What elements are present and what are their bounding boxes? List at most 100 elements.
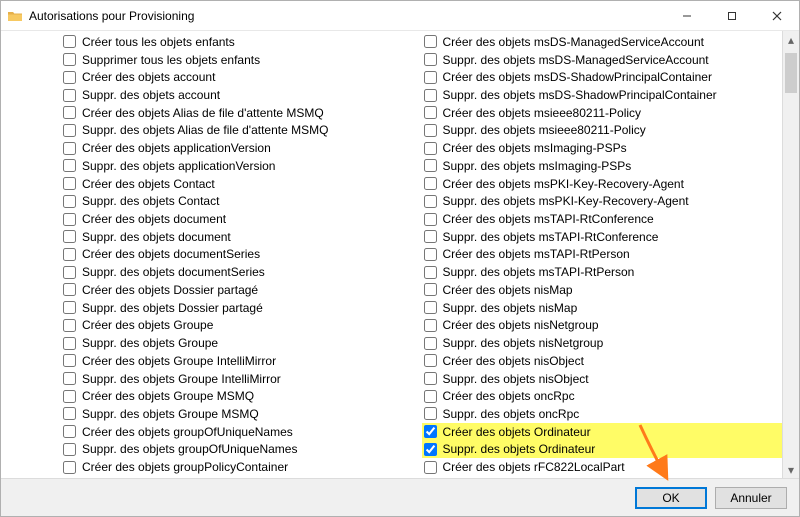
permission-checkbox[interactable] xyxy=(424,213,437,226)
permission-label: Créer des objets Alias de file d'attente… xyxy=(82,106,324,120)
permission-label: Suppr. des objets Alias de file d'attent… xyxy=(82,123,328,137)
permission-item: Créer des objets msDS-ManagedServiceAcco… xyxy=(422,33,783,51)
permission-label: Suppr. des objets document xyxy=(82,230,231,244)
permission-item: Créer des objets Ordinateur xyxy=(422,423,783,441)
permission-label: Créer des objets msTAPI-RtPerson xyxy=(443,247,630,261)
permission-checkbox[interactable] xyxy=(63,425,76,438)
permission-checkbox[interactable] xyxy=(63,461,76,474)
permission-checkbox[interactable] xyxy=(63,106,76,119)
maximize-button[interactable] xyxy=(709,1,754,30)
permission-checkbox[interactable] xyxy=(63,71,76,84)
permission-item: Créer des objets nisNetgroup xyxy=(422,317,783,335)
permission-label: Suppr. des objets groupOfUniqueNames xyxy=(82,442,297,456)
ok-button[interactable]: OK xyxy=(635,487,707,509)
permission-item: Créer des objets document xyxy=(61,210,422,228)
permission-checkbox[interactable] xyxy=(424,266,437,279)
permission-checkbox[interactable] xyxy=(424,337,437,350)
permission-checkbox[interactable] xyxy=(63,142,76,155)
permission-checkbox[interactable] xyxy=(63,159,76,172)
permission-label: Créer des objets msImaging-PSPs xyxy=(443,141,627,155)
permission-item: Créer des objets account xyxy=(61,68,422,86)
permission-checkbox[interactable] xyxy=(424,425,437,438)
permission-checkbox[interactable] xyxy=(424,372,437,385)
permission-checkbox[interactable] xyxy=(424,301,437,314)
permission-checkbox[interactable] xyxy=(424,89,437,102)
permission-checkbox[interactable] xyxy=(63,283,76,296)
permission-item: Suppr. des objets groupOfUniqueNames xyxy=(61,441,422,459)
permission-checkbox[interactable] xyxy=(63,354,76,367)
permission-label: Créer des objets rFC822LocalPart xyxy=(443,460,625,474)
close-button[interactable] xyxy=(754,1,799,30)
permission-checkbox[interactable] xyxy=(63,372,76,385)
permission-item: Créer des objets msTAPI-RtPerson xyxy=(422,246,783,264)
permission-checkbox[interactable] xyxy=(63,248,76,261)
dialog-footer: OK Annuler xyxy=(1,478,799,516)
permission-checkbox[interactable] xyxy=(63,301,76,314)
permission-label: Créer des objets Ordinateur xyxy=(443,425,591,439)
permission-label: Suppr. des objets Dossier partagé xyxy=(82,301,263,315)
permission-checkbox[interactable] xyxy=(63,53,76,66)
minimize-button[interactable] xyxy=(664,1,709,30)
cancel-button[interactable]: Annuler xyxy=(715,487,787,509)
permission-checkbox[interactable] xyxy=(424,354,437,367)
permission-checkbox[interactable] xyxy=(63,35,76,48)
permission-checkbox[interactable] xyxy=(63,89,76,102)
permission-item: Créer des objets Groupe xyxy=(61,317,422,335)
permission-checkbox[interactable] xyxy=(63,266,76,279)
permission-checkbox[interactable] xyxy=(424,248,437,261)
permission-label: Suppr. des objets nisNetgroup xyxy=(443,336,604,350)
permission-checkbox[interactable] xyxy=(424,142,437,155)
permission-checkbox[interactable] xyxy=(424,177,437,190)
permission-label: Créer des objets oncRpc xyxy=(443,389,575,403)
permission-checkbox[interactable] xyxy=(63,407,76,420)
permission-checkbox[interactable] xyxy=(424,283,437,296)
permission-checkbox[interactable] xyxy=(63,443,76,456)
permission-checkbox[interactable] xyxy=(63,230,76,243)
permissions-column-right: Créer des objets msDS-ManagedServiceAcco… xyxy=(422,33,783,476)
permission-label: Créer des objets account xyxy=(82,70,215,84)
permission-checkbox[interactable] xyxy=(424,461,437,474)
permission-checkbox[interactable] xyxy=(63,177,76,190)
scroll-down-icon[interactable]: ▾ xyxy=(783,461,799,478)
permission-item: Suppr. des objets nisObject xyxy=(422,370,783,388)
permission-label: Créer des objets msieee80211-Policy xyxy=(443,106,642,120)
permission-checkbox[interactable] xyxy=(424,159,437,172)
permission-item: Suppr. des objets msTAPI-RtPerson xyxy=(422,263,783,281)
permission-checkbox[interactable] xyxy=(63,124,76,137)
scroll-up-icon[interactable]: ▴ xyxy=(783,31,799,48)
permission-checkbox[interactable] xyxy=(424,124,437,137)
permission-checkbox[interactable] xyxy=(424,53,437,66)
permission-item: Créer des objets msDS-ShadowPrincipalCon… xyxy=(422,68,783,86)
permission-checkbox[interactable] xyxy=(63,213,76,226)
permission-label: Créer des objets Groupe IntelliMirror xyxy=(82,354,276,368)
permission-item: Suppr. des objets Alias de file d'attent… xyxy=(61,122,422,140)
vertical-scrollbar[interactable]: ▴ ▾ xyxy=(782,31,799,478)
permission-checkbox[interactable] xyxy=(424,35,437,48)
permission-label: Suppr. des objets nisMap xyxy=(443,301,578,315)
permission-label: Créer des objets msPKI-Key-Recovery-Agen… xyxy=(443,177,684,191)
permission-item: Suppr. des objets Groupe IntelliMirror xyxy=(61,370,422,388)
permission-item: Suppr. des objets Dossier partagé xyxy=(61,299,422,317)
permission-checkbox[interactable] xyxy=(424,71,437,84)
permission-checkbox[interactable] xyxy=(63,337,76,350)
permission-label: Suppr. des objets msDS-ManagedServiceAcc… xyxy=(443,53,709,67)
permission-item: Créer des objets oncRpc xyxy=(422,387,783,405)
permission-item: Créer des objets Groupe MSMQ xyxy=(61,387,422,405)
permission-checkbox[interactable] xyxy=(424,443,437,456)
permission-checkbox[interactable] xyxy=(424,390,437,403)
permission-item: Créer des objets documentSeries xyxy=(61,246,422,264)
permission-checkbox[interactable] xyxy=(63,319,76,332)
permission-checkbox[interactable] xyxy=(424,319,437,332)
permission-checkbox[interactable] xyxy=(63,390,76,403)
permission-label: Créer des objets groupOfUniqueNames xyxy=(82,425,293,439)
scroll-thumb[interactable] xyxy=(785,53,797,93)
permission-label: Suppr. des objets msTAPI-RtPerson xyxy=(443,265,635,279)
permission-checkbox[interactable] xyxy=(424,407,437,420)
permission-checkbox[interactable] xyxy=(424,106,437,119)
permission-checkbox[interactable] xyxy=(63,195,76,208)
permission-item: Suppr. des objets documentSeries xyxy=(61,263,422,281)
permission-item: Suppr. des objets account xyxy=(61,86,422,104)
permission-checkbox[interactable] xyxy=(424,230,437,243)
permission-checkbox[interactable] xyxy=(424,195,437,208)
permission-item: Créer des objets rFC822LocalPart xyxy=(422,458,783,476)
